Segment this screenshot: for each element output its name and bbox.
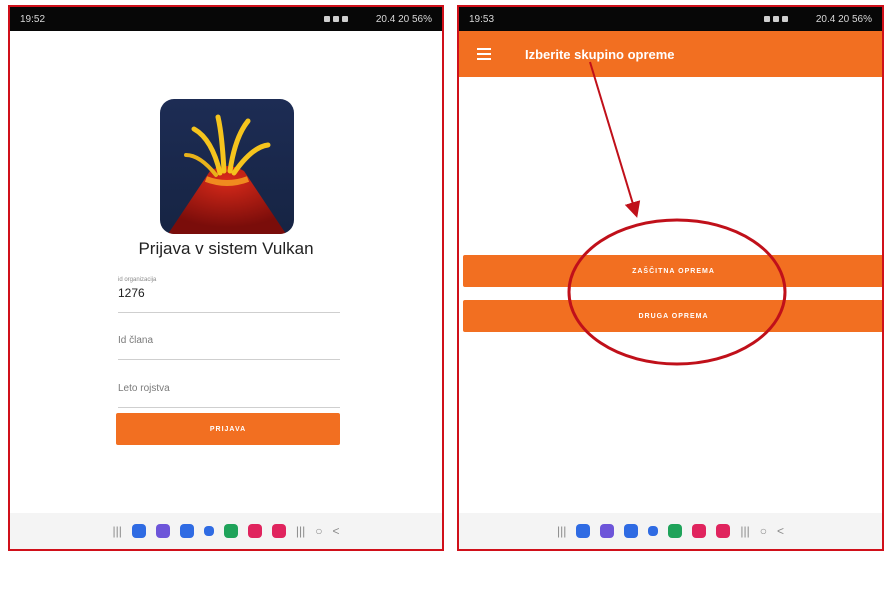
app-icon[interactable] (600, 524, 615, 538)
nav-bar: ||| ||| ○ < (10, 513, 442, 549)
app-icon[interactable] (155, 524, 170, 538)
app-icon[interactable] (179, 524, 194, 538)
app-icon[interactable] (648, 526, 659, 536)
login-title: Prijava v sistem Vulkan (138, 239, 314, 258)
recent-apps-button[interactable]: ||| (113, 524, 122, 538)
status-icons (323, 16, 348, 22)
status-icons (763, 16, 788, 22)
home-button[interactable]: ○ (315, 524, 322, 538)
status-bar: 19:53 20.4 20 56% (459, 7, 882, 31)
login-button[interactable]: PRIJAVA (116, 413, 340, 445)
status-battery: 20.4 20 56% (375, 13, 432, 25)
member-id-field[interactable]: Id člana (118, 325, 340, 360)
app-icon[interactable] (223, 524, 238, 538)
app-icon[interactable] (271, 524, 286, 538)
phone-screen-login: 19:52 20.4 20 56% Prijava v sistem Vulka… (8, 5, 444, 551)
app-icon[interactable] (247, 524, 262, 538)
recent-apps-button[interactable]: ||| (740, 524, 749, 538)
app-icon[interactable] (692, 524, 707, 538)
status-time: 19:52 (20, 13, 46, 25)
status-bar: 19:52 20.4 20 56% (10, 7, 442, 31)
app-icon[interactable] (624, 524, 639, 538)
recent-apps-button[interactable]: ||| (296, 524, 305, 538)
other-equipment-button[interactable]: DRUGA OPREMA (463, 300, 882, 332)
app-icon[interactable] (576, 524, 591, 538)
org-id-field[interactable]: id organizacija 1276 (118, 277, 340, 313)
birth-year-placeholder: Leto rojstva (118, 383, 170, 394)
app-bar-title: Izberite skupino opreme (525, 46, 675, 62)
status-time: 19:53 (469, 13, 495, 25)
back-button[interactable]: < (777, 524, 784, 538)
menu-icon[interactable] (477, 48, 491, 60)
back-button[interactable]: < (332, 524, 339, 538)
app-bar: Izberite skupino opreme (459, 31, 882, 77)
home-button[interactable]: ○ (760, 524, 767, 538)
app-icon[interactable] (203, 526, 214, 536)
protective-equipment-button[interactable]: ZAŠČITNA OPREMA (463, 255, 882, 287)
org-id-label: id organizacija (118, 277, 157, 283)
app-icon[interactable] (668, 524, 683, 538)
nav-bar: ||| ||| ○ < (459, 513, 882, 549)
phone-screen-equipment: 19:53 20.4 20 56% Izberite skupino oprem… (457, 5, 884, 551)
org-id-value: 1276 (118, 286, 145, 300)
recent-apps-button[interactable]: ||| (557, 524, 566, 538)
vulkan-logo (160, 99, 294, 234)
birth-year-field[interactable]: Leto rojstva (118, 373, 340, 408)
app-icon[interactable] (131, 524, 146, 538)
status-battery: 20.4 20 56% (815, 13, 872, 25)
member-id-placeholder: Id člana (118, 335, 154, 346)
app-icon[interactable] (716, 524, 731, 538)
